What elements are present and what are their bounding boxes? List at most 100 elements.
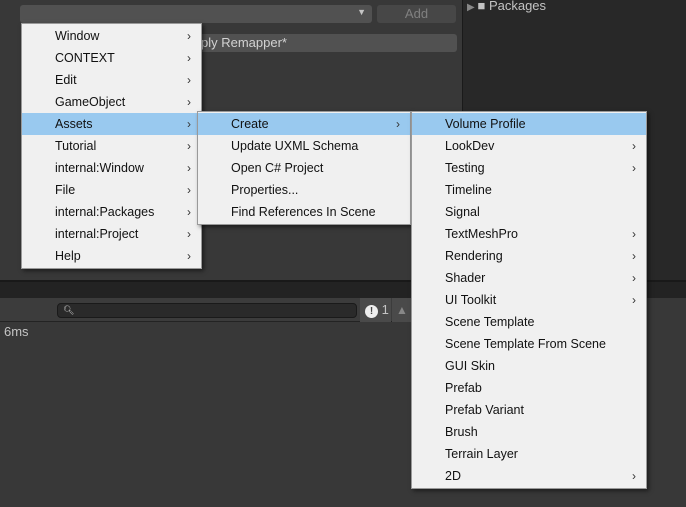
menu-item-label: Volume Profile xyxy=(445,117,526,131)
menu-item-help[interactable]: Help › xyxy=(22,245,201,267)
add-button[interactable]: Add xyxy=(377,5,456,23)
chevron-right-icon: › xyxy=(632,161,636,175)
menu-item-label: Create xyxy=(231,117,269,131)
menu-item-label: Properties... xyxy=(231,183,299,197)
menu-item-label: LookDev xyxy=(445,139,495,153)
folder-icon: ■ xyxy=(477,0,489,13)
chevron-right-icon: › xyxy=(187,161,191,175)
menu-item-prefab[interactable]: Prefab xyxy=(412,377,646,399)
menu-item-shader[interactable]: Shader › xyxy=(412,267,646,289)
menu-item-terrain-layer[interactable]: Terrain Layer xyxy=(412,443,646,465)
assets-submenu: Create › Update UXML Schema Open C# Project… xyxy=(197,111,411,225)
menu-item-label: Prefab Variant xyxy=(445,403,524,417)
menu-item-label: CONTEXT xyxy=(55,51,115,65)
menu-item-label: Assets xyxy=(55,117,93,131)
menu-item-context[interactable]: CONTEXT › xyxy=(22,47,201,69)
menu-item-volume-profile[interactable]: Volume Profile xyxy=(412,113,646,135)
menu-item-brush[interactable]: Brush xyxy=(412,421,646,443)
menu-item-properties-[interactable]: Properties... xyxy=(198,179,410,201)
chevron-right-icon: › xyxy=(187,227,191,241)
name-field[interactable]: ply Remapper* xyxy=(195,34,457,52)
menu-item-open-c-project[interactable]: Open C# Project xyxy=(198,157,410,179)
chevron-right-icon: › xyxy=(187,205,191,219)
menu-item-label: Find References In Scene xyxy=(231,205,376,219)
menu-item-rendering[interactable]: Rendering › xyxy=(412,245,646,267)
menu-item-create[interactable]: Create › xyxy=(198,113,410,135)
chevron-right-icon: › xyxy=(187,117,191,131)
menu-item-timeline[interactable]: Timeline xyxy=(412,179,646,201)
menu-item-label: Brush xyxy=(445,425,478,439)
chevron-right-icon: › xyxy=(632,293,636,307)
menu-item-update-uxml-schema[interactable]: Update UXML Schema xyxy=(198,135,410,157)
chevron-right-icon: › xyxy=(632,227,636,241)
menu-item-label: UI Toolkit xyxy=(445,293,497,307)
menu-item-label: Timeline xyxy=(445,183,492,197)
menu-item-label: GameObject xyxy=(55,95,126,109)
menu-item-label: Prefab xyxy=(445,381,482,395)
error-toggle[interactable]: ! 1 xyxy=(360,298,391,322)
menu-item-label: Help xyxy=(55,249,81,263)
error-icon: ! xyxy=(365,305,378,318)
menu-item-2d[interactable]: 2D › xyxy=(412,465,646,487)
console-log-text: 6ms xyxy=(4,324,29,339)
menu-item-assets[interactable]: Assets › xyxy=(22,113,201,135)
menu-item-tutorial[interactable]: Tutorial › xyxy=(22,135,201,157)
dropdown-arrow-icon: ▼ xyxy=(357,7,366,17)
menu-item-label: Tutorial xyxy=(55,139,97,153)
search-icon: 🔍︎ xyxy=(63,305,75,315)
menu-item-testing[interactable]: Testing › xyxy=(412,157,646,179)
menu-item-window[interactable]: Window › xyxy=(22,25,201,47)
menu-item-label: Update UXML Schema xyxy=(231,139,359,153)
context-menu: Window › CONTEXT › Edit › GameObject › Assets › Tu… xyxy=(21,23,202,269)
menu-item-label: TextMeshPro xyxy=(445,227,518,241)
menu-item-find-references-in-scene[interactable]: Find References In Scene xyxy=(198,201,410,223)
chevron-right-icon: › xyxy=(632,139,636,153)
menu-item-internal-project[interactable]: internal:Project › xyxy=(22,223,201,245)
packages-folder[interactable]: ▶ ■ Packages xyxy=(467,0,546,13)
menu-item-signal[interactable]: Signal xyxy=(412,201,646,223)
menu-item-label: Scene Template xyxy=(445,315,535,329)
chevron-right-icon: › xyxy=(187,249,191,263)
chevron-right-icon: › xyxy=(187,139,191,153)
menu-item-scene-template[interactable]: Scene Template xyxy=(412,311,646,333)
menu-item-label: Testing xyxy=(445,161,485,175)
chevron-right-icon: › xyxy=(632,469,636,483)
menu-item-prefab-variant[interactable]: Prefab Variant xyxy=(412,399,646,421)
menu-item-label: File xyxy=(55,183,76,197)
chevron-right-icon: › xyxy=(187,51,191,65)
menu-item-internal-window[interactable]: internal:Window › xyxy=(22,157,201,179)
menu-item-label: Scene Template From Scene xyxy=(445,337,606,351)
chevron-right-icon: › xyxy=(396,117,400,131)
menu-item-lookdev[interactable]: LookDev › xyxy=(412,135,646,157)
menu-item-label: Open C# Project xyxy=(231,161,324,175)
menu-item-scene-template-from-scene[interactable]: Scene Template From Scene xyxy=(412,333,646,355)
menu-item-label: Edit xyxy=(55,73,77,87)
menu-item-file[interactable]: File › xyxy=(22,179,201,201)
dropdown[interactable]: ▼ xyxy=(20,5,372,23)
warning-icon: ▲ xyxy=(396,303,408,317)
menu-item-label: internal:Packages xyxy=(55,205,155,219)
menu-item-label: 2D xyxy=(445,469,461,483)
menu-item-label: Terrain Layer xyxy=(445,447,518,461)
create-submenu: Volume Profile LookDev › Testing › Timeline Si… xyxy=(411,111,647,489)
menu-item-label: Signal xyxy=(445,205,480,219)
menu-item-ui-toolkit[interactable]: UI Toolkit › xyxy=(412,289,646,311)
menu-item-gui-skin[interactable]: GUI Skin xyxy=(412,355,646,377)
console-search-input[interactable]: 🔍︎ xyxy=(57,303,357,318)
menu-item-textmeshpro[interactable]: TextMeshPro › xyxy=(412,223,646,245)
menu-item-internal-packages[interactable]: internal:Packages › xyxy=(22,201,201,223)
expand-arrow-icon: ▶ xyxy=(467,2,478,13)
menu-item-label: GUI Skin xyxy=(445,359,496,373)
menu-item-label: internal:Project xyxy=(55,227,139,241)
chevron-right-icon: › xyxy=(187,73,191,87)
chevron-right-icon: › xyxy=(187,183,191,197)
menu-item-label: Rendering xyxy=(445,249,503,263)
menu-item-gameobject[interactable]: GameObject › xyxy=(22,91,201,113)
chevron-right-icon: › xyxy=(187,29,191,43)
chevron-right-icon: › xyxy=(187,95,191,109)
chevron-right-icon: › xyxy=(632,271,636,285)
menu-item-label: internal:Window xyxy=(55,161,144,175)
menu-item-edit[interactable]: Edit › xyxy=(22,69,201,91)
chevron-right-icon: › xyxy=(632,249,636,263)
warning-toggle[interactable]: ▲ xyxy=(392,298,412,322)
